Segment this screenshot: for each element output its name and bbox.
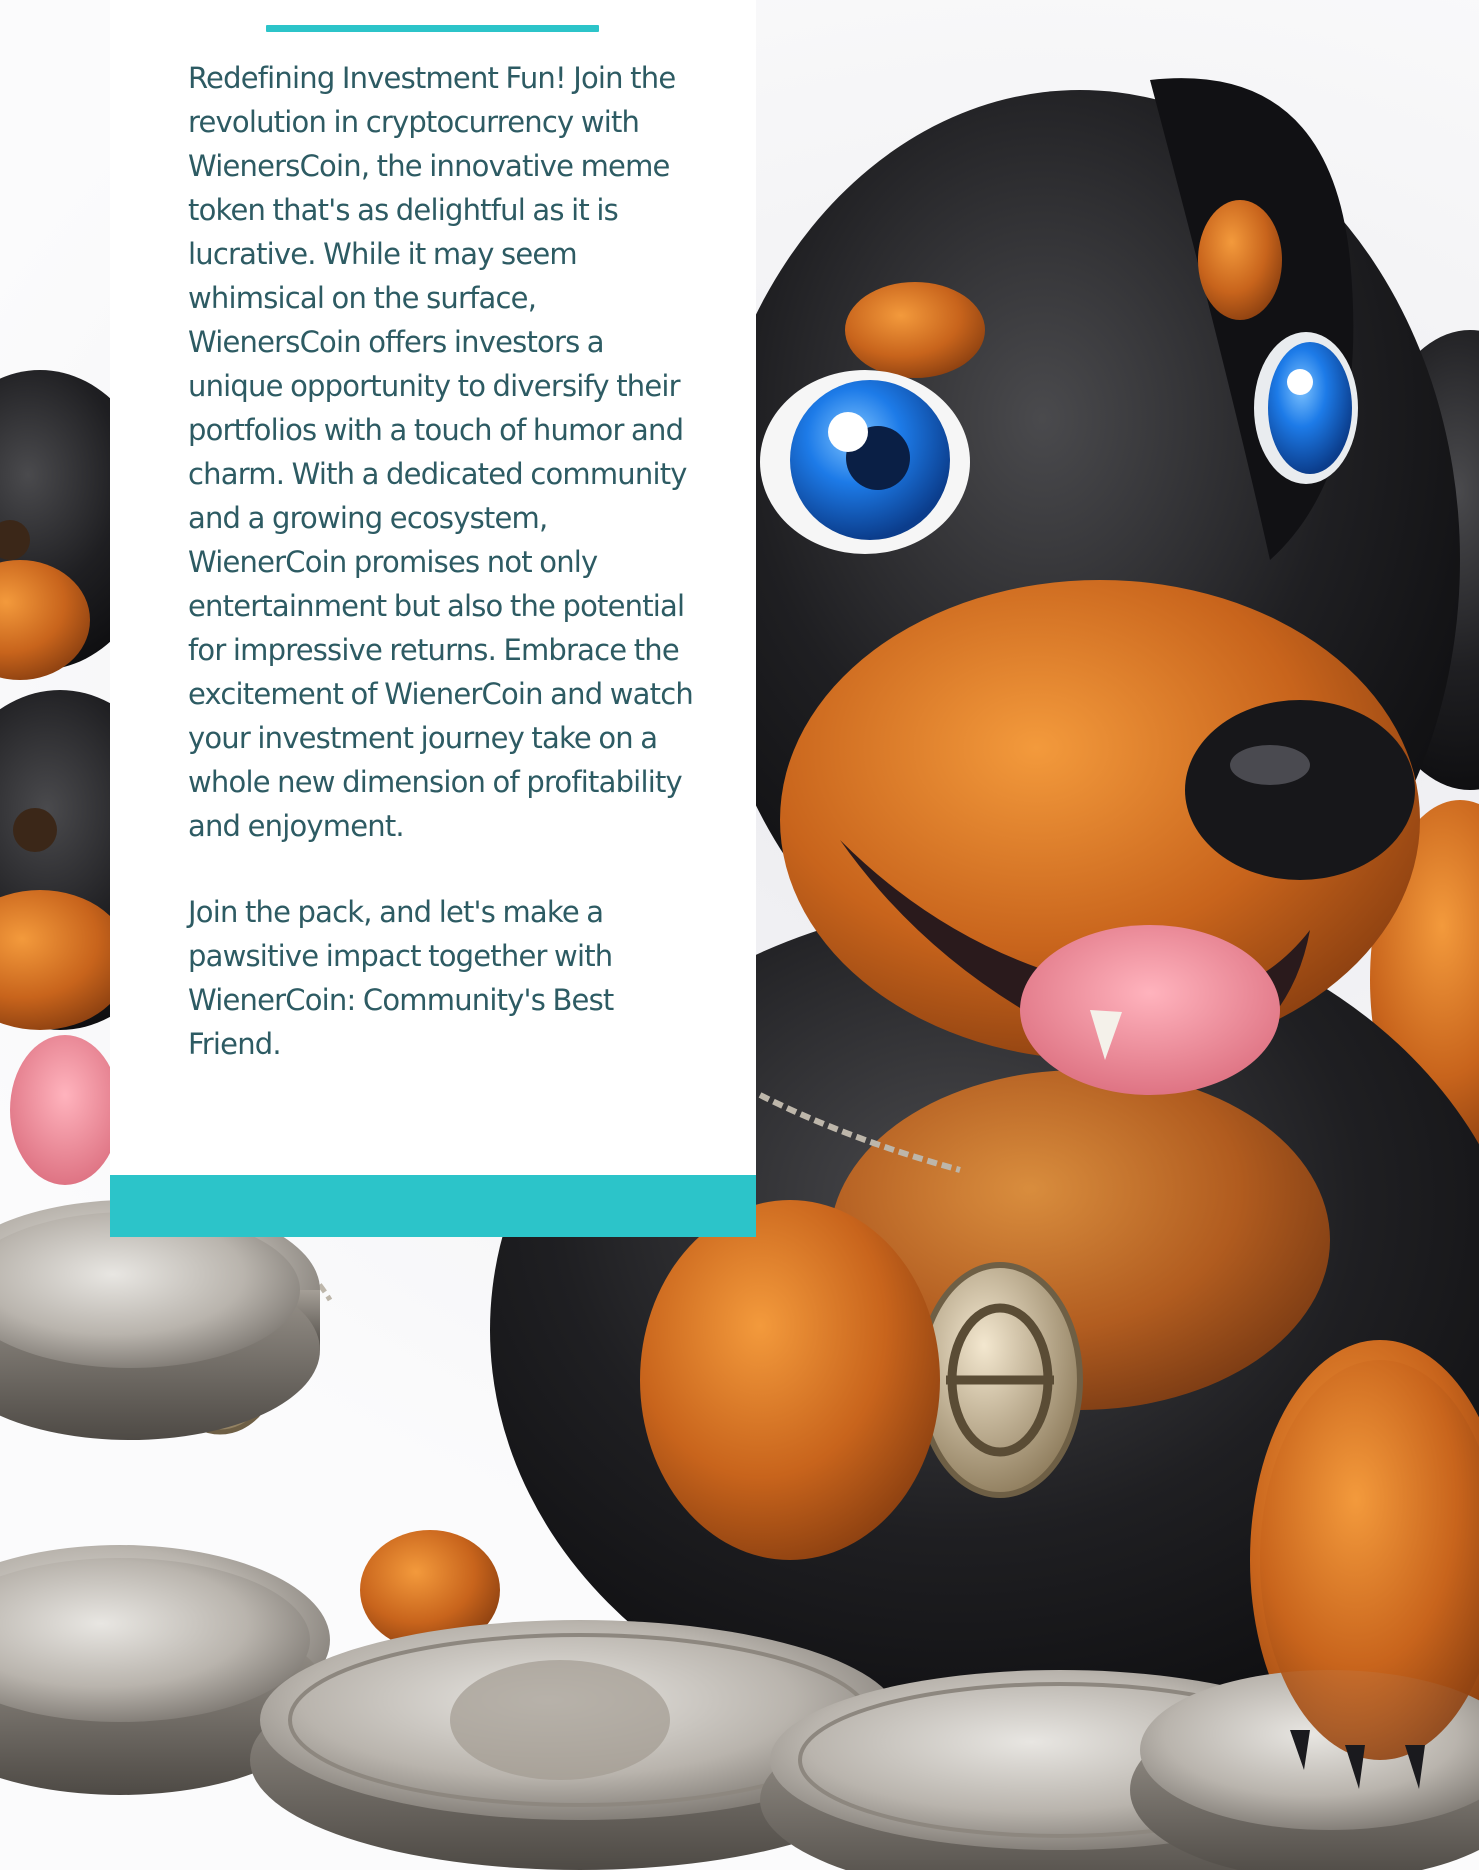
accent-divider — [266, 25, 599, 32]
about-paragraph-1: Redefining Investment Fun! Join the revo… — [188, 61, 694, 843]
about-paragraph-2: Join the pack, and let's make a pawsitiv… — [188, 895, 614, 1061]
about-text-card: Redefining Investment Fun! Join the revo… — [110, 0, 756, 1237]
about-description: Redefining Investment Fun! Join the revo… — [188, 56, 698, 1108]
about-section: Redefining Investment Fun! Join the revo… — [0, 0, 1479, 1870]
card-accent-bar — [110, 1175, 756, 1237]
